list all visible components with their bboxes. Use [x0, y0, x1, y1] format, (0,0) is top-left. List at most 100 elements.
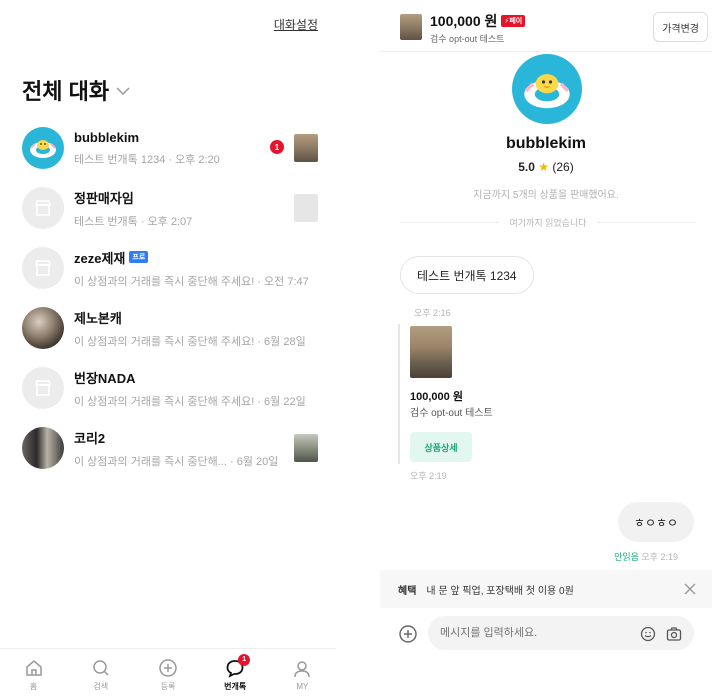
nav-label: 검색 [93, 681, 109, 691]
message-time: 오후 2:19 [641, 552, 678, 562]
chat-preview: 이 상점과의 거래를 즉시 중단해 주세요! · 6월 22일 [74, 395, 306, 408]
pay-badge-label: 페이 [509, 18, 523, 25]
avatar [22, 367, 64, 409]
product-card-bar [398, 324, 400, 464]
nav-register[interactable]: 등록 [138, 658, 198, 692]
seller-avatar[interactable] [512, 54, 582, 124]
read-divider: 여기까지 읽었습니다 [400, 216, 696, 229]
chat-row-jenobon[interactable]: 제노본캐 이 상점과의 거래를 즉시 중단해 주세요! · 6월 28일 [0, 298, 336, 358]
product-thumbnail [294, 194, 318, 222]
chat-time: 오전 7:47 [264, 275, 309, 288]
chat-settings-link[interactable]: 대화설정 [274, 16, 318, 33]
chat-row-kori2[interactable]: 코리2 이 상점과의 거래를 즉시 중단해... · 6월 20일 [0, 418, 336, 478]
store-icon [34, 380, 52, 396]
plus-circle-icon [159, 658, 177, 677]
chat-time: 6월 28일 [264, 335, 306, 348]
nav-home[interactable]: 홈 [4, 658, 64, 692]
chat-time: 6월 22일 [264, 395, 306, 408]
chat-list-panel: 대화설정 전체 대화 bubblekim 테스트 번개톡 1234 · 오후 2… [0, 0, 336, 700]
message-time: 오후 2:16 [414, 308, 451, 318]
sold-info: 지금까지 5개의 상품을 판매했어요. [473, 190, 619, 201]
store-icon [34, 260, 52, 276]
pro-badge: 프로 [129, 251, 149, 263]
benefit-tag: 혜택 [398, 585, 417, 597]
chat-row-zeze[interactable]: zeze제재 프로 이 상점과의 거래를 즉시 중단해 주세요! · 오전 7:4… [0, 238, 336, 298]
product-card-name: 검수 opt-out 테스트 [410, 408, 493, 419]
rating-score: 5.0 [518, 160, 535, 174]
nav-label: MY [296, 681, 309, 691]
chat-preview: 이 상점과의 거래를 즉시 중단해 주세요! · 오전 7:47 [74, 275, 309, 288]
product-name: 검수 opt-out 테스트 [430, 34, 505, 44]
product-price: 100,000 원 ⚡페이 [430, 11, 526, 31]
benefit-banner[interactable]: 혜택 내 문 앞 픽업, 포장택배 첫 이용 0원 [380, 570, 712, 608]
chat-row-nada[interactable]: 번장NADA 이 상점과의 거래를 즉시 중단해 주세요! · 6월 22일 [0, 358, 336, 418]
nav-search[interactable]: 검색 [71, 658, 131, 692]
chat-row-jungseller[interactable]: 정판매자임 테스트 번개톡 · 오후 2:07 [0, 178, 336, 238]
nav-label: 번개톡 [224, 681, 247, 691]
chat-preview-text: 이 상점과의 거래를 즉시 중단해 주세요! [74, 335, 255, 348]
chat-name-label: 정판매자임 [74, 190, 134, 206]
avatar [22, 307, 64, 349]
plus-circle-icon[interactable] [398, 624, 418, 644]
chat-text: zeze제재 프로 이 상점과의 거래를 즉시 중단해 주세요! · 오전 7:4… [74, 248, 336, 289]
chat-name: zeze제재 프로 [74, 248, 336, 267]
read-divider-label: 여기까지 읽었습니다 [509, 218, 587, 228]
avatar [22, 187, 64, 229]
chat-name-label: 코리2 [74, 430, 106, 446]
close-icon[interactable] [682, 581, 698, 597]
divider-line [400, 222, 500, 223]
nav-chat[interactable]: 1 번개톡 [205, 653, 265, 692]
bottom-nav: 홈 검색 등록 1 번개톡 MY [0, 648, 336, 700]
chat-room-panel: 100,000 원 ⚡페이 검수 opt-out 테스트 가격변경 bubble… [380, 0, 712, 700]
product-card-image[interactable] [410, 326, 452, 378]
chat-time: 6월 20일 [236, 455, 279, 468]
pay-badge: ⚡페이 [501, 15, 526, 27]
product-thumbnail [400, 14, 422, 40]
chat-preview-text: 이 상점과의 거래를 즉시 중단해 주세요! [74, 395, 255, 408]
price-change-button[interactable]: 가격변경 [653, 12, 708, 42]
seller-rating: 5.0 ★ (26) [380, 160, 712, 174]
chat-preview: 이 상점과의 거래를 즉시 중단해 주세요! · 6월 28일 [74, 335, 306, 348]
page-title: 전체 대화 [22, 79, 110, 104]
product-thumbnail [294, 134, 318, 162]
nav-label: 홈 [29, 681, 38, 691]
product-price-text: 100,000 원 [430, 13, 498, 29]
chat-time: 오후 2:07 [147, 215, 193, 228]
product-header[interactable]: 100,000 원 ⚡페이 검수 opt-out 테스트 가격변경 [380, 0, 712, 52]
avatar [22, 427, 64, 469]
chat-name-label: 제노본캐 [74, 310, 122, 326]
chat-name-label: 번장NADA [74, 370, 136, 386]
message-input-row [380, 612, 712, 656]
chat-preview-text: 테스트 번개톡 1234 [74, 153, 166, 166]
chat-list: bubblekim 테스트 번개톡 1234 · 오후 2:20 1 정판매자임… [0, 118, 336, 478]
duck-float-icon [30, 140, 56, 158]
all-chats-dropdown[interactable]: 전체 대화 [22, 74, 131, 106]
chat-name-label: zeze제재 [74, 250, 126, 266]
outgoing-message: ㅎㅇㅎㅇ [618, 502, 694, 542]
chat-name-label: bubblekim [74, 129, 140, 145]
unread-badge: 1 [270, 140, 284, 154]
nav-label: 등록 [160, 681, 176, 691]
chat-preview-text: 이 상점과의 거래를 즉시 중단해... [74, 455, 227, 468]
emoji-icon[interactable] [640, 626, 656, 642]
chat-time: 오후 2:20 [175, 153, 220, 166]
product-detail-button[interactable]: 상품상세 [410, 432, 472, 462]
incoming-message: 테스트 번개톡 1234 [400, 256, 534, 294]
nav-my[interactable]: MY [272, 659, 332, 691]
unread-label: 안읽음 [614, 552, 639, 562]
search-icon [93, 659, 109, 676]
star-icon: ★ [538, 160, 550, 174]
chat-text: 번장NADA 이 상점과의 거래를 즉시 중단해 주세요! · 6월 22일 [74, 368, 336, 409]
camera-icon[interactable] [666, 626, 682, 642]
nav-badge: 1 [238, 653, 251, 666]
store-icon [34, 200, 52, 216]
divider-line [596, 222, 696, 223]
chat-row-bubblekim[interactable]: bubblekim 테스트 번개톡 1234 · 오후 2:20 1 [0, 118, 336, 178]
chat-preview-text: 이 상점과의 거래를 즉시 중단해 주세요! [74, 275, 255, 288]
chat-text: 제노본캐 이 상점과의 거래를 즉시 중단해 주세요! · 6월 28일 [74, 308, 336, 349]
seller-name: bubblekim [505, 135, 586, 152]
chat-name: 번장NADA [74, 368, 336, 387]
product-thumbnail [294, 434, 318, 462]
benefit-text: 내 문 앞 픽업, 포장택배 첫 이용 0원 [426, 585, 574, 597]
message-status: 안읽음 오후 2:19 [614, 550, 678, 563]
